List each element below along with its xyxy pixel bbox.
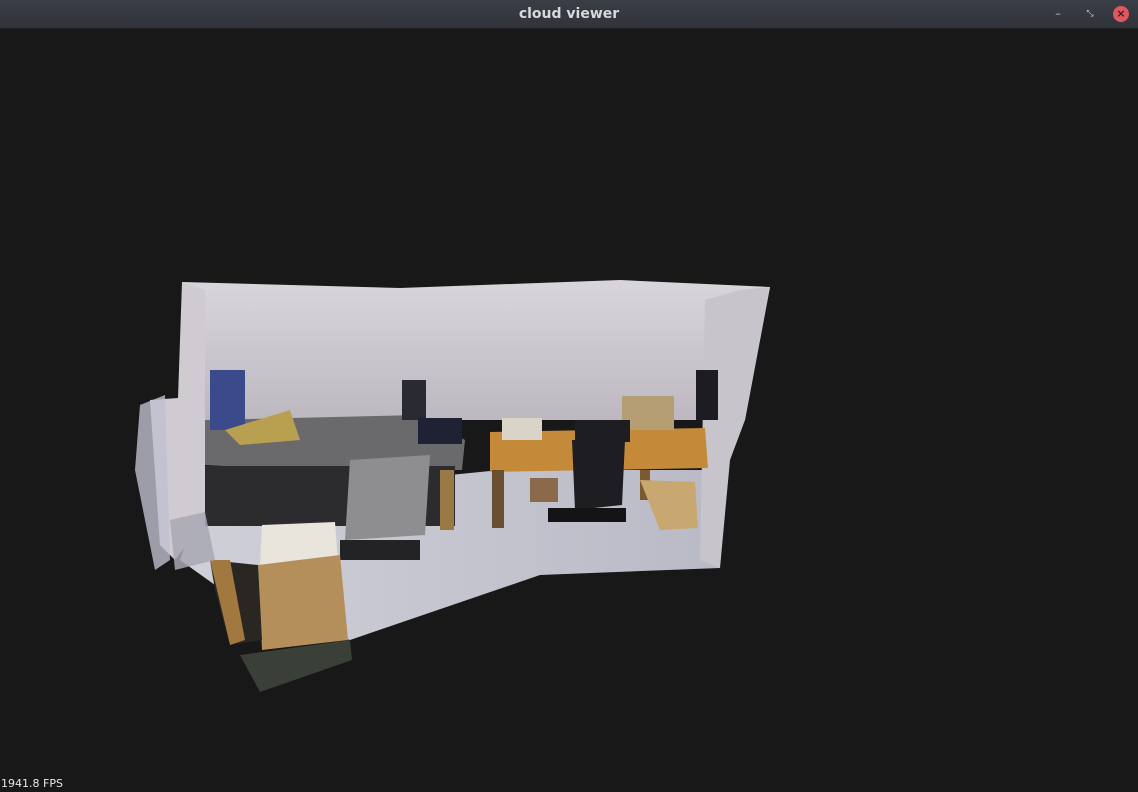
monitor-right — [575, 420, 630, 442]
chair-right-base — [548, 508, 626, 522]
monitor-left — [402, 380, 426, 420]
blue-object — [210, 370, 245, 430]
chair-left — [345, 455, 430, 540]
left-desk-leg — [440, 470, 454, 530]
minimize-icon[interactable]: – — [1050, 6, 1066, 22]
chair-left-base — [340, 540, 420, 560]
floor-box-small — [530, 478, 558, 502]
maximize-icon[interactable]: ⤡ — [1082, 6, 1098, 22]
device-left — [418, 418, 462, 444]
printer — [502, 418, 542, 440]
point-cloud-render — [135, 280, 770, 692]
back-wall — [182, 280, 770, 420]
window-title: cloud viewer — [518, 6, 620, 22]
left-wall-sliver — [135, 395, 170, 570]
front-shadow — [240, 640, 352, 692]
point-cloud-viewport[interactable]: 1941.8 FPS — [0, 29, 1138, 792]
fps-counter: 1941.8 FPS — [1, 777, 63, 790]
close-icon[interactable]: × — [1113, 6, 1129, 22]
right-desk-leg-a — [492, 470, 504, 528]
window-titlebar: cloud viewer – ⤡ × — [0, 0, 1138, 29]
right-wall — [700, 287, 770, 568]
front-box — [258, 555, 348, 650]
chair-right — [572, 440, 625, 510]
dark-cabinet — [696, 370, 718, 420]
